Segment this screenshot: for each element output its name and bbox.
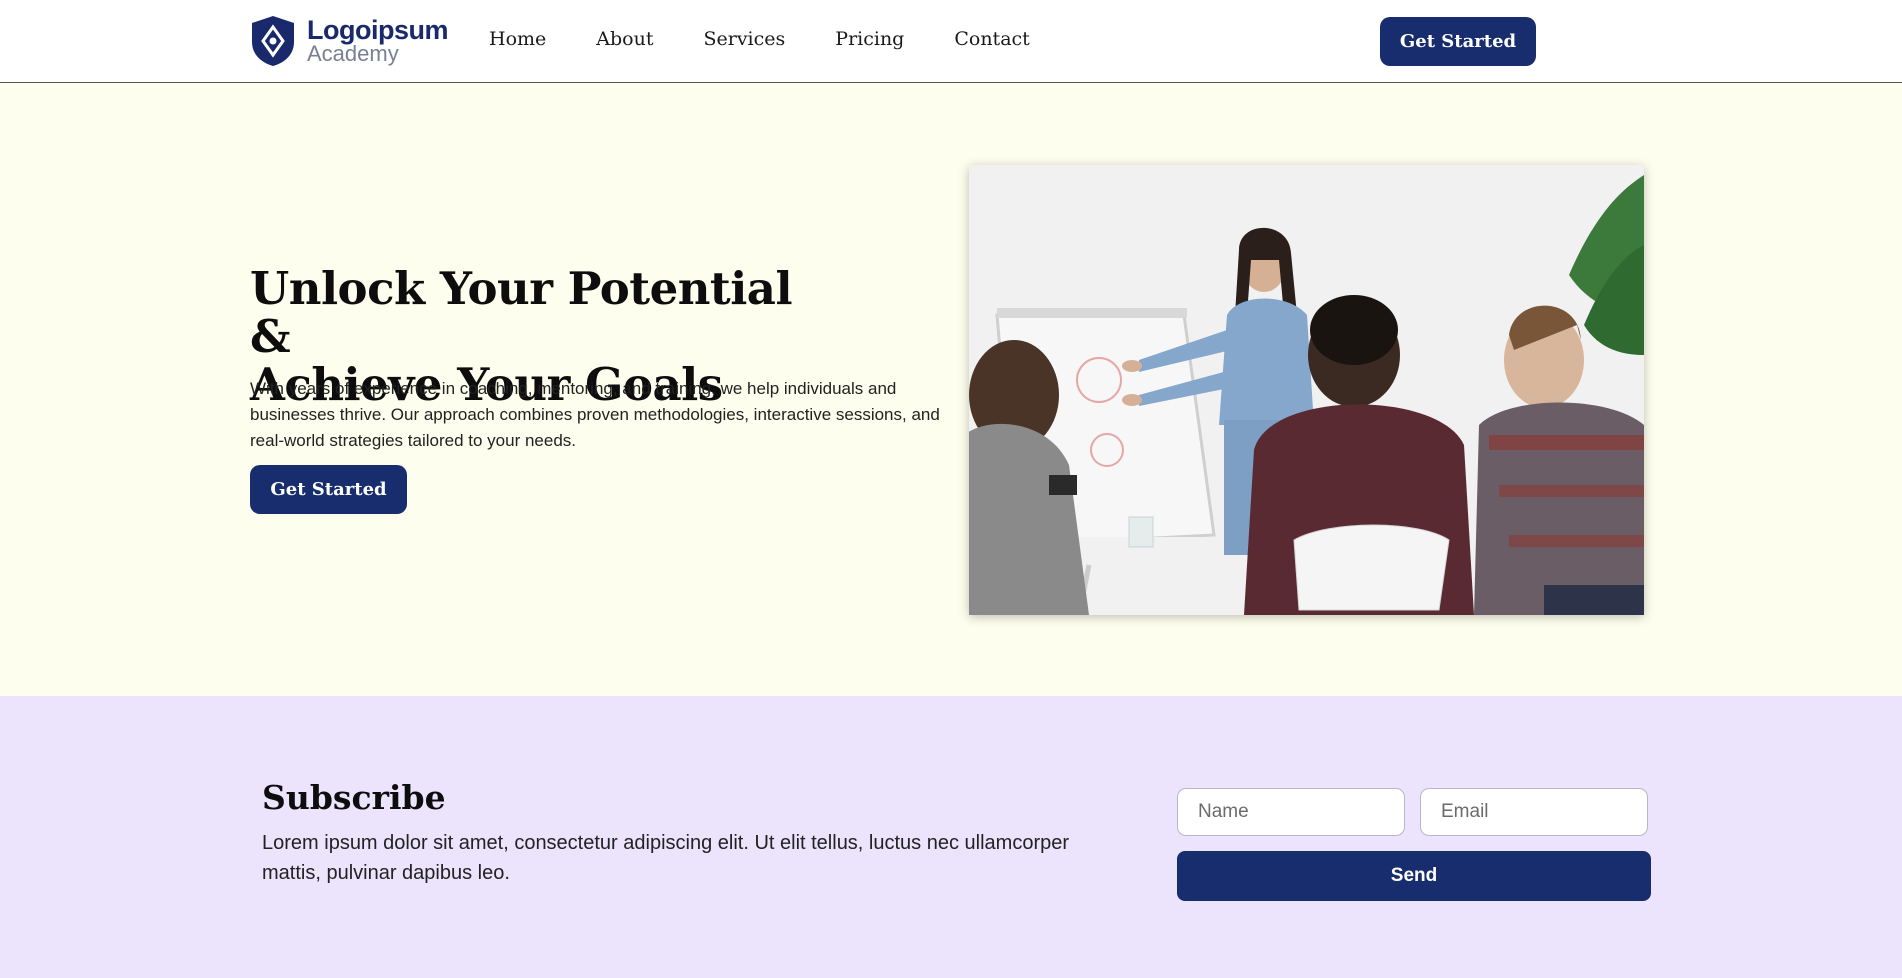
- hero-get-started-button[interactable]: Get Started: [250, 465, 407, 514]
- nav-services[interactable]: Services: [703, 28, 785, 50]
- header-get-started-button[interactable]: Get Started: [1380, 17, 1536, 66]
- hero-title-line1: Unlock Your Potential &: [250, 262, 793, 363]
- email-input[interactable]: [1420, 788, 1648, 836]
- hero-section: Unlock Your Potential & Achieve Your Goa…: [0, 83, 1902, 696]
- hero-image: [969, 165, 1644, 615]
- send-button[interactable]: Send: [1177, 851, 1651, 901]
- logo[interactable]: Logoipsum Academy: [250, 15, 448, 67]
- hero-description: With years of experience in coaching, me…: [250, 379, 940, 450]
- nav-home[interactable]: Home: [489, 28, 546, 50]
- nav-about[interactable]: About: [596, 28, 653, 50]
- site-header: Logoipsum Academy Home About Services Pr…: [0, 0, 1902, 83]
- main-nav: Home About Services Pricing Contact: [489, 28, 1080, 50]
- shield-logo-icon: [252, 16, 294, 66]
- nav-contact[interactable]: Contact: [954, 28, 1029, 50]
- name-input[interactable]: [1177, 788, 1405, 836]
- logo-subtitle: Academy: [307, 41, 399, 66]
- subscribe-title: Subscribe: [262, 778, 446, 817]
- subscribe-description: Lorem ipsum dolor sit amet, consectetur …: [262, 832, 1070, 884]
- classroom-photo: [969, 165, 1644, 615]
- subscribe-section: Subscribe Lorem ipsum dolor sit amet, co…: [0, 696, 1902, 978]
- nav-pricing[interactable]: Pricing: [835, 28, 904, 50]
- logo-name: Logoipsum: [307, 15, 448, 45]
